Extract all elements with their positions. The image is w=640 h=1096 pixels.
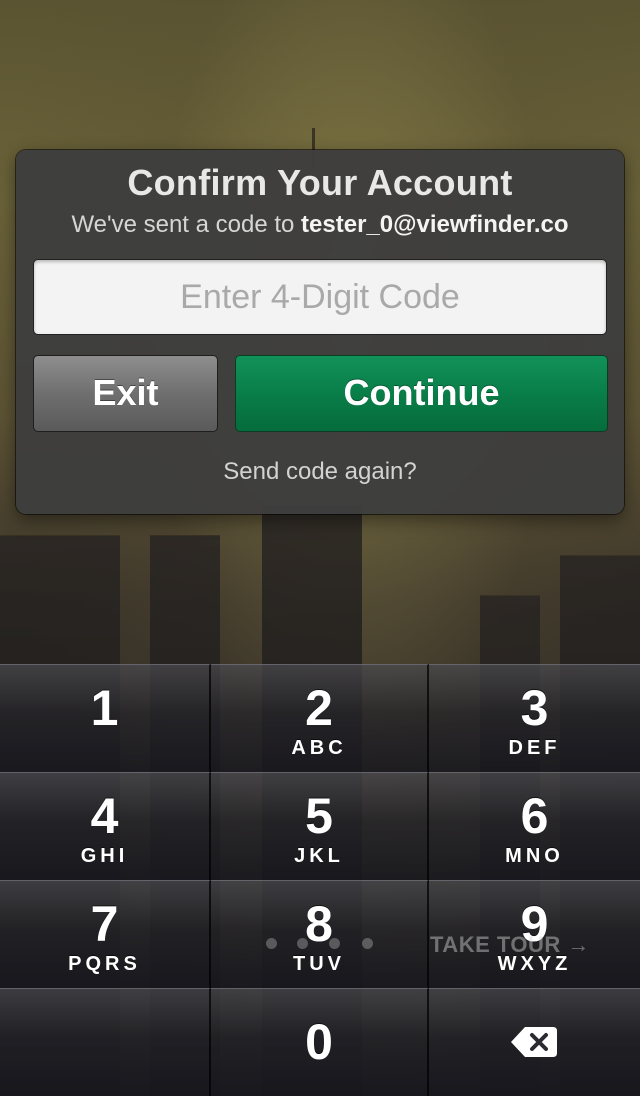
keypad-key-5[interactable]: 5 JKL [211,772,429,880]
key-digit: 4 [90,788,119,844]
keypad-blank-key [0,988,211,1096]
subtitle-text: We've sent a code to [71,211,302,238]
send-code-again-link[interactable]: Send code again? [0,458,640,486]
key-digit: 0 [305,1014,333,1070]
exit-button[interactable]: Exit [33,355,218,432]
keypad-key-7[interactable]: 7 PQRS [0,880,211,988]
email-address: tester_0@viewfinder.co [301,211,569,238]
key-digit: 6 [520,788,549,844]
take-tour-link[interactable]: TAKE TOUR → [430,932,590,958]
page-dot [362,938,373,949]
key-letters: ABC [291,737,347,759]
key-letters: MNO [505,845,564,867]
key-digit: 7 [90,896,119,952]
key-digit: 3 [520,680,549,736]
key-digit: 1 [90,680,119,736]
keypad-key-4[interactable]: 4 GHI [0,772,211,880]
key-digit: 2 [305,680,333,736]
key-letters: JKL [294,845,344,867]
key-letters: GHI [80,845,129,867]
backspace-icon [511,1027,557,1057]
keypad-key-2[interactable]: 2 ABC [211,664,429,772]
key-letters: DEF [508,737,561,759]
continue-button[interactable]: Continue [235,355,608,432]
keypad-key-0[interactable]: 0 [211,988,429,1096]
page-dot [329,938,340,949]
page-dot [266,938,277,949]
keypad-key-8[interactable]: 8 TUV [211,880,429,988]
keypad-key-1[interactable]: 1 [0,664,211,772]
key-letters: PQRS [68,953,141,975]
keypad-key-3[interactable]: 3 DEF [429,664,640,772]
page-dot [297,938,308,949]
code-input[interactable] [33,259,607,335]
key-letters: TUV [293,953,345,975]
tour-page-indicator [262,936,382,952]
dialog-subtitle: We've sent a code to tester_0@viewfinder… [0,211,640,239]
key-digit: 5 [305,788,333,844]
dialog-title: Confirm Your Account [127,162,513,203]
keypad-key-6[interactable]: 6 MNO [429,772,640,880]
